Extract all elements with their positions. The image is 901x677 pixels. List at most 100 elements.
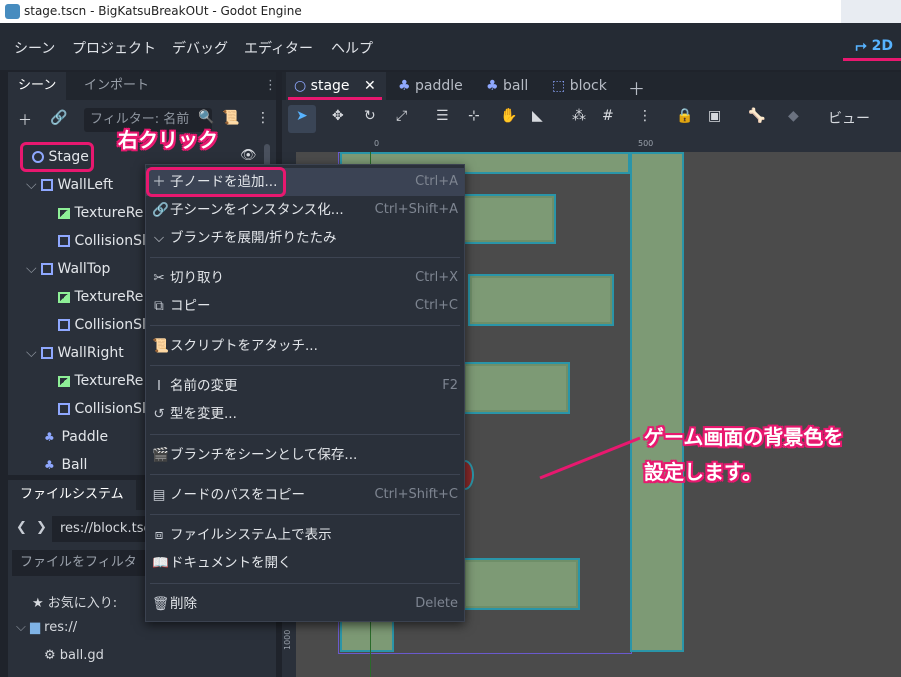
canvas-toolbar: ➤ ✥ ↻ ⤢ ☰ ⊹ ✋ ◣ ⁂ # ⋮ 🔒 ▣ 🦴 ◆ ビュー: [282, 100, 901, 138]
dock-menu-icon[interactable]: ⋮: [264, 78, 277, 93]
instance-scene-icon[interactable]: 🔗: [50, 110, 67, 126]
tab-scene[interactable]: シーン: [8, 72, 67, 100]
menu-help[interactable]: ヘルプ: [331, 38, 373, 58]
add-scene-tab-icon[interactable]: ＋: [628, 75, 645, 100]
menu-project[interactable]: プロジェクト: [72, 38, 156, 58]
group-icon[interactable]: ▣: [708, 108, 721, 124]
scene-dock-tabs: シーン インポート ⋮: [8, 72, 277, 100]
forward-icon[interactable]: ❯: [36, 520, 47, 535]
smart-snap-icon[interactable]: ⁂: [572, 108, 586, 124]
tree-node-label: TextureRe: [74, 205, 144, 221]
menu-editor[interactable]: エディター: [244, 38, 313, 58]
menu-item-show-in-filesystem[interactable]: ⧈ ファイルシステム上で表示: [146, 521, 464, 549]
tree-node-label: WallRight: [57, 345, 124, 361]
menu-item-label: 名前の変更: [170, 378, 238, 394]
pivot-tool-icon[interactable]: ⊹: [468, 108, 480, 124]
scene-options-icon[interactable]: ⋮: [256, 110, 270, 126]
text-cursor-icon: I: [157, 378, 161, 394]
scene-tab-paddle[interactable]: ♣ paddle: [390, 72, 473, 100]
back-icon[interactable]: ❮: [16, 520, 27, 535]
character-body-icon: ♣: [398, 78, 411, 94]
bone-icon[interactable]: 🦴: [748, 108, 765, 124]
menu-debug[interactable]: デバッグ: [172, 38, 228, 58]
menu-item-change-type[interactable]: ↺ 型を変更...: [146, 400, 464, 428]
add-node-icon[interactable]: ＋: [18, 110, 32, 130]
pan-tool-icon[interactable]: ✋: [500, 108, 517, 124]
scene-tab-label: stage: [310, 78, 350, 94]
doc-icon: 📖: [152, 555, 169, 571]
menu-item-label: コピー: [170, 298, 211, 314]
scene-tab-block[interactable]: ⬚ block: [544, 72, 617, 100]
menu-item-save-branch[interactable]: 🎬 ブランチをシーンとして保存...: [146, 441, 464, 469]
favorites-row[interactable]: ★ お気に入り:: [32, 592, 117, 611]
menu-shortcut: Ctrl+X: [415, 270, 458, 285]
window-titlebar: stage.tscn - BigKatsuBreakOUt - Godot En…: [0, 0, 901, 23]
mode-2d-button[interactable]: ⮣ 2D: [856, 38, 893, 54]
menu-item-label: ノードのパスをコピー: [170, 487, 305, 503]
list-select-icon[interactable]: ☰: [436, 108, 449, 124]
menu-item-rename[interactable]: I 名前の変更 F2: [146, 372, 464, 400]
tree-node-stage[interactable]: Stage: [32, 143, 89, 171]
select-tool-icon[interactable]: ➤: [296, 108, 308, 124]
grid-snap-icon[interactable]: #: [602, 108, 614, 124]
block: [452, 194, 556, 244]
tree-node-wallright[interactable]: ⌵ WallRight: [26, 339, 124, 367]
node2d-icon: [41, 263, 54, 275]
skeleton-icon[interactable]: ◆: [788, 108, 799, 124]
menu-item-label: ファイルシステム上で表示: [170, 527, 332, 543]
menu-item-attach-script[interactable]: 📜 スクリプトをアタッチ...: [146, 332, 464, 360]
visibility-eye-icon[interactable]: 👁: [240, 148, 257, 163]
view-menu-button[interactable]: ビュー: [828, 108, 870, 128]
menu-shortcut: Ctrl+Shift+C: [374, 487, 458, 502]
ruler-tool-icon[interactable]: ◣: [532, 108, 543, 124]
scene-tab-ball[interactable]: ♣ ball: [478, 72, 538, 100]
tree-node-wallleft[interactable]: ⌵ WallLeft: [26, 171, 113, 199]
menu-scene[interactable]: シーン: [14, 38, 55, 58]
menu-item-copy[interactable]: ⧉ コピー Ctrl+C: [146, 292, 464, 320]
tab-filesystem[interactable]: ファイルシステム: [8, 480, 136, 510]
tree-node-collision[interactable]: CollisionSl: [58, 227, 146, 255]
res-root-row[interactable]: ⌵ ▆ res://: [16, 620, 77, 635]
block: [462, 362, 570, 414]
menu-item-expand-collapse[interactable]: ⌵ ブランチを展開/折りたたみ: [146, 224, 464, 252]
tree-node-walltop[interactable]: ⌵ WallTop: [26, 255, 110, 283]
tab-import[interactable]: インポート: [74, 72, 159, 100]
script-attach-icon: 📜: [152, 338, 169, 354]
window-minimize-button[interactable]: [841, 0, 901, 23]
rotate-tool-icon[interactable]: ↻: [364, 108, 376, 124]
annotation-right-click: 右クリック: [118, 128, 218, 152]
node-context-menu: ＋子ノードを追加... Ctrl+A 🔗 子シーンをインスタンス化... Ctrl+S…: [145, 164, 465, 622]
collision-shape-icon: [58, 319, 70, 331]
node-path-icon: ▤: [152, 487, 166, 503]
link-icon: 🔗: [152, 202, 169, 218]
menu-item-delete[interactable]: 🗑 削除 Delete: [146, 590, 464, 618]
menu-item-copy-path[interactable]: ▤ ノードのパスをコピー Ctrl+Shift+C: [146, 481, 464, 509]
menu-separator: [150, 514, 460, 515]
tree-node-paddle[interactable]: ♣ Paddle: [44, 423, 108, 451]
tree-node-texture[interactable]: TextureRe: [58, 283, 143, 311]
menu-shortcut: F2: [442, 378, 458, 393]
block: [462, 558, 580, 610]
scene-tab-stage[interactable]: ○ stage ✕: [286, 72, 386, 100]
menu-item-instance-child[interactable]: 🔗 子シーンをインスタンス化... Ctrl+Shift+A: [146, 196, 464, 224]
tree-node-collision[interactable]: CollisionSl: [58, 311, 146, 339]
menu-item-cut[interactable]: ✂ 切り取り Ctrl+X: [146, 264, 464, 292]
attach-script-icon[interactable]: 📜: [222, 110, 239, 126]
lock-icon[interactable]: 🔒: [676, 108, 693, 124]
menu-separator: [150, 365, 460, 366]
tree-node-texture[interactable]: TextureRe: [58, 199, 143, 227]
tree-node-texture[interactable]: TextureRe: [58, 367, 143, 395]
file-row[interactable]: ⚙ ball.gd: [44, 648, 104, 663]
menu-shortcut: Ctrl+C: [414, 298, 458, 313]
close-icon[interactable]: ✕: [364, 78, 376, 94]
move-tool-icon[interactable]: ✥: [332, 108, 344, 124]
tree-node-ball[interactable]: ♣ Ball: [44, 451, 87, 479]
scale-tool-icon[interactable]: ⤢: [396, 108, 407, 124]
menu-item-open-docs[interactable]: 📖 ドキュメントを開く: [146, 549, 464, 577]
scene-tab-label: paddle: [415, 78, 463, 94]
collision-shape-icon: [58, 403, 70, 415]
block: [468, 274, 614, 326]
tree-node-collision[interactable]: CollisionSl: [58, 395, 146, 423]
snap-options-icon[interactable]: ⋮: [638, 108, 652, 124]
folder-icon: ▆: [30, 620, 40, 635]
